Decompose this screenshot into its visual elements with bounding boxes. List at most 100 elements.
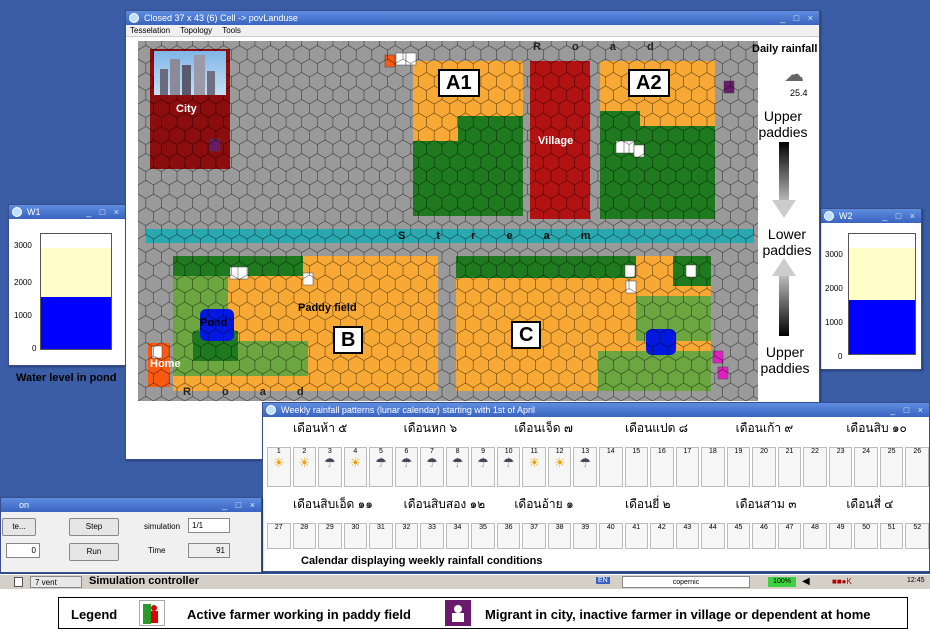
main-window-title: Closed 37 x 43 (6) Cell -> povLanduse [144, 13, 298, 23]
week-cell[interactable]: 32 [394, 523, 419, 549]
week-cell[interactable]: 50 [854, 523, 878, 549]
week-cell[interactable]: 12 ☀ [547, 447, 572, 487]
week-cell[interactable]: 11 ☀ [522, 447, 546, 487]
week-cell[interactable]: 15 [624, 447, 649, 487]
week-cell[interactable]: 27 [267, 523, 291, 549]
week-cell[interactable]: 4 ☀ [343, 447, 368, 487]
week-cell[interactable]: 6 ☂ [394, 447, 419, 487]
week-cell[interactable]: 34 [445, 523, 470, 549]
copernic-search[interactable]: copernic [622, 576, 750, 588]
window-controls[interactable]: _ □ × [780, 11, 816, 25]
zoom-indicator[interactable]: 100% [768, 577, 796, 587]
rain-cloud-icon: ☂ [400, 455, 413, 470]
week-cell[interactable]: 45 [726, 523, 751, 549]
week-cell[interactable]: 3 ☂ [318, 447, 342, 487]
taskbar-file-icon[interactable] [14, 577, 23, 587]
language-indicator[interactable]: EN [596, 577, 610, 584]
farmer-marker[interactable] [625, 280, 637, 294]
window-controls[interactable]: _ □ × [86, 205, 122, 219]
week-cell[interactable]: 35 [471, 523, 495, 549]
week-cell[interactable]: 18 [701, 447, 725, 487]
week-cell[interactable]: 49 [828, 523, 853, 549]
week-cell[interactable]: 23 [828, 447, 853, 487]
clock: 12:45 [907, 577, 925, 584]
window-controls[interactable]: _ □ × [890, 403, 926, 417]
week-cell[interactable]: 14 [599, 447, 623, 487]
week-cell[interactable]: 33 [420, 523, 444, 549]
week-cell[interactable]: 47 [777, 523, 802, 549]
week-cell[interactable]: 38 [547, 523, 572, 549]
speaker-icon[interactable]: ◀ [802, 576, 810, 587]
menu-topology[interactable]: Topology [180, 26, 212, 35]
counter-field[interactable]: 0 [6, 543, 40, 558]
partial-button[interactable]: te... [2, 518, 36, 536]
week-cell[interactable]: 21 [777, 447, 802, 487]
week-cell[interactable]: 25 [879, 447, 904, 487]
farmer-marker[interactable] [685, 264, 697, 278]
right-gauge-tick: 2000 [825, 284, 843, 293]
window-controls[interactable]: _ □ × [222, 498, 258, 512]
water-level-caption: Water level in pond [16, 372, 117, 384]
farmer-marker[interactable] [384, 54, 396, 68]
week-cell[interactable]: 24 [854, 447, 878, 487]
step-button[interactable]: Step [69, 518, 119, 536]
week-cell[interactable]: 19 [726, 447, 751, 487]
active-farmer-label: Active farmer working in paddy field [187, 607, 411, 622]
time-label: Time [148, 546, 166, 555]
week-cell[interactable]: 9 ☂ [471, 447, 495, 487]
farmer-marker[interactable] [624, 264, 636, 278]
farmer-marker[interactable] [633, 144, 645, 158]
sim-titlebar[interactable]: on _ □ × [1, 498, 261, 512]
run-button[interactable]: Run [69, 543, 119, 561]
zone-label-c: C [511, 321, 542, 349]
week-cell[interactable]: 52 [905, 523, 929, 549]
week-cell[interactable]: 28 [292, 523, 317, 549]
calendar-titlebar[interactable]: Weekly rainfall patterns (lunar calendar… [263, 403, 929, 417]
farmer-marker[interactable] [717, 366, 729, 380]
week-cell[interactable]: 48 [803, 523, 827, 549]
farmer-marker[interactable] [302, 272, 314, 286]
main-window-titlebar[interactable]: Closed 37 x 43 (6) Cell -> povLanduse _ □… [126, 11, 819, 25]
gauge-window-titlebar[interactable]: W2 _ □ × [821, 209, 921, 223]
gauge-window-titlebar[interactable]: W1 _ □ × [9, 205, 125, 219]
week-cell[interactable]: 37 [522, 523, 546, 549]
week-cell[interactable]: 26 [905, 447, 929, 487]
week-cell[interactable]: 40 [599, 523, 623, 549]
farmer-marker[interactable] [395, 52, 407, 66]
week-cell[interactable]: 10 ☂ [496, 447, 521, 487]
menu-tesselation[interactable]: Tesselation [130, 26, 170, 35]
week-cell[interactable]: 31 [369, 523, 393, 549]
zone-label-a2: A2 [628, 69, 670, 97]
tray-icons[interactable]: ■■●K [832, 577, 892, 587]
left-gauge-tick: 3000 [14, 241, 32, 250]
week-cell[interactable]: 13 ☂ [573, 447, 597, 487]
week-cell[interactable]: 36 [496, 523, 521, 549]
window-controls[interactable]: _ □ × [882, 209, 918, 223]
week-cell[interactable]: 17 [675, 447, 700, 487]
week-cell[interactable]: 44 [701, 523, 725, 549]
simulation-field[interactable]: 1/1 [188, 518, 230, 533]
taskbar-caption: Simulation controller [89, 575, 200, 587]
landscape-grid[interactable]: R o a d R o a d S t r e a m City Village… [138, 41, 758, 401]
week-cell[interactable]: 5 ☂ [369, 447, 393, 487]
week-cell[interactable]: 29 [318, 523, 342, 549]
taskbar-item[interactable]: 7 vent [30, 576, 82, 588]
simulation-controller-window: on _ □ × [0, 497, 262, 573]
home-label: Home [150, 358, 181, 370]
menu-tools[interactable]: Tools [222, 26, 241, 35]
month-label: เดือนหก ๖ [403, 421, 458, 435]
week-cell[interactable]: 43 [675, 523, 700, 549]
week-cell[interactable]: 2 ☀ [292, 447, 317, 487]
week-cell[interactable]: 7 ☂ [420, 447, 444, 487]
week-cell[interactable]: 41 [624, 523, 649, 549]
week-cell[interactable]: 22 [803, 447, 827, 487]
week-cell[interactable]: 46 [752, 523, 776, 549]
week-cell[interactable]: 8 ☂ [445, 447, 470, 487]
week-cell[interactable]: 16 [650, 447, 674, 487]
week-cell[interactable]: 20 [752, 447, 776, 487]
week-cell[interactable]: 42 [650, 523, 674, 549]
week-cell[interactable]: 30 [343, 523, 368, 549]
week-cell[interactable]: 39 [573, 523, 597, 549]
week-cell[interactable]: 51 [879, 523, 904, 549]
week-cell[interactable]: 1 ☀ [267, 447, 291, 487]
